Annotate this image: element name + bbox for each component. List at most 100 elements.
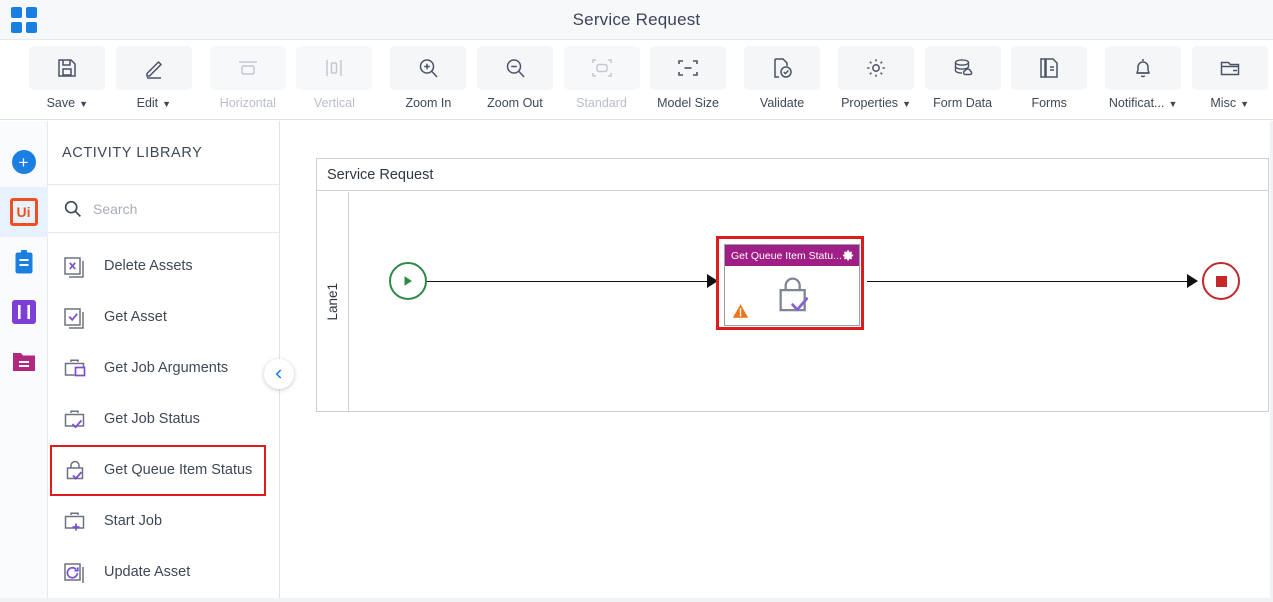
toolbar-label-form-data: Form Data [933,96,993,110]
update-asset-icon [64,562,84,583]
warning-triangle-icon[interactable] [732,303,749,319]
lane-body[interactable]: Get Queue Item Statu... [349,192,1270,412]
list-item-label: Start Job [104,512,163,529]
list-item-label: Get Asset [104,308,167,325]
toolbar-button-vertical[interactable]: Vertical [291,46,378,110]
rail-item-variables[interactable] [0,287,48,337]
list-item-delete-assets[interactable]: Delete Assets [48,241,279,292]
bell-icon [1105,46,1182,90]
task-title: Get Queue Item Statu... [731,249,842,262]
toolbar: Save ▼ Edit ▼ Horizontal Vertical Zoom I… [0,40,1273,120]
toolbar-button-model-size[interactable]: Model Size [645,46,732,110]
forms-icon [1011,46,1088,90]
rail-item-data-folder[interactable] [0,337,48,387]
toolbar-label-misc: Misc [1210,96,1237,110]
queue-item-status-icon [779,277,809,312]
delete-assets-icon [64,256,84,278]
collapse-panel-button[interactable] [264,359,294,389]
toolbar-button-zoom-out[interactable]: Zoom Out [472,46,559,110]
toolbar-button-zoom-in[interactable]: Zoom In [385,46,472,110]
folder-icon [1191,46,1268,90]
list-item-start-job[interactable]: Start Job [48,496,279,547]
diagram-canvas[interactable]: Service Request Lane1 Get Queue Item Sta… [296,121,1273,602]
list-item-get-queue-item-status[interactable]: Get Queue Item Status [50,445,266,496]
start-job-icon [64,511,85,530]
horizontal-icon [209,46,286,90]
list-item-label: Get Job Arguments [104,359,229,376]
start-event[interactable] [389,262,427,300]
chevron-down-icon: ▼ [79,98,88,109]
toolbar-label-save: Save [46,96,76,110]
end-event[interactable] [1202,262,1240,300]
icon-rail: + Ui [0,121,48,602]
list-item-label: Get Queue Item Status [104,461,253,478]
task-selection-frame[interactable]: Get Queue Item Statu... [716,236,864,330]
rail-item-clipboard[interactable] [0,237,48,287]
job-status-icon [64,409,85,429]
model-size-icon [650,46,727,90]
chevron-down-icon: ▼ [1240,98,1250,109]
columns-icon [11,300,36,324]
list-item-get-job-status[interactable]: Get Job Status [48,394,279,445]
toolbar-label-horizontal: Horizontal [219,96,276,110]
toolbar-label-model-size: Model Size [657,96,719,110]
toolbar-label-standard: Standard [576,96,627,110]
standard-icon [563,46,640,90]
toolbar-label-properties: Properties [841,96,899,110]
toolbar-button-misc[interactable]: Misc ▼ [1186,46,1273,110]
toolbar-button-save[interactable]: Save ▼ [24,46,111,110]
pool[interactable]: Service Request Lane1 Get Queue Item Sta… [316,158,1269,412]
chevron-left-icon [275,369,282,379]
toolbar-label-forms: Forms [1031,96,1067,110]
search-input[interactable] [93,200,243,217]
sequence-flow-1[interactable] [427,280,709,283]
chevron-down-icon: ▼ [902,98,911,109]
application-window: Service Request Save ▼ Edit ▼ Horizontal… [0,0,1273,602]
chevron-down-icon: ▼ [1168,98,1178,109]
list-item-get-job-arguments[interactable]: Get Job Arguments [48,343,279,394]
toolbar-button-forms[interactable]: Forms [1006,46,1093,110]
task-body [725,266,859,326]
list-item-partial[interactable] [48,233,279,241]
rail-item-uipath-activities[interactable]: Ui [0,187,48,237]
toolbar-label-validate: Validate [759,96,805,110]
toolbar-button-horizontal[interactable]: Horizontal [205,46,292,110]
list-item-label: Delete Assets [104,257,193,274]
page-title: Service Request [572,9,701,29]
arrow-head-2 [1187,274,1198,288]
activity-list[interactable]: Delete Assets Get Asset Get Job Argument… [48,233,279,602]
toolbar-label-zoom-in: Zoom In [405,96,452,110]
toolbar-button-properties[interactable]: Properties ▼ [833,46,920,110]
search-row [48,185,279,233]
toolbar-button-form-data[interactable]: Form Data [919,46,1006,110]
lane[interactable]: Lane1 Get Queue Item Statu... [317,192,1270,412]
toolbar-label-vertical: Vertical [313,96,355,110]
list-item-update-asset[interactable]: Update Asset [48,547,279,598]
bottom-gutter [0,598,1273,602]
task-node[interactable]: Get Queue Item Statu... [724,244,860,326]
queue-item-status-icon [66,460,84,480]
list-item-get-asset[interactable]: Get Asset [48,292,279,343]
toolbar-button-validate[interactable]: Validate [739,46,826,110]
zoom-out-icon [476,46,553,90]
get-asset-icon [64,307,84,329]
panel-title: ACTIVITY LIBRARY [48,121,279,185]
pencil-icon [115,46,192,90]
sequence-flow-2[interactable] [867,280,1187,283]
lane-label: Lane1 [317,192,349,412]
list-item-label: Update Asset [104,563,191,580]
toolbar-button-standard[interactable]: Standard [558,46,645,110]
task-header: Get Queue Item Statu... [725,245,859,266]
rail-item-add[interactable]: + [0,137,48,187]
search-icon[interactable] [62,198,83,219]
toolbar-button-notifications[interactable]: Notificat... ▼ [1100,46,1187,110]
toolbar-label-notifications: Notificat... [1108,96,1165,110]
chevron-down-icon: ▼ [162,98,172,109]
validate-icon [744,46,821,90]
toolbar-button-edit[interactable]: Edit ▼ [111,46,198,110]
gear-icon[interactable] [842,249,854,262]
toolbar-label-edit: Edit [136,96,159,110]
play-icon [404,276,412,286]
plus-icon: + [11,150,36,174]
toolbar-label-zoom-out: Zoom Out [487,96,543,110]
